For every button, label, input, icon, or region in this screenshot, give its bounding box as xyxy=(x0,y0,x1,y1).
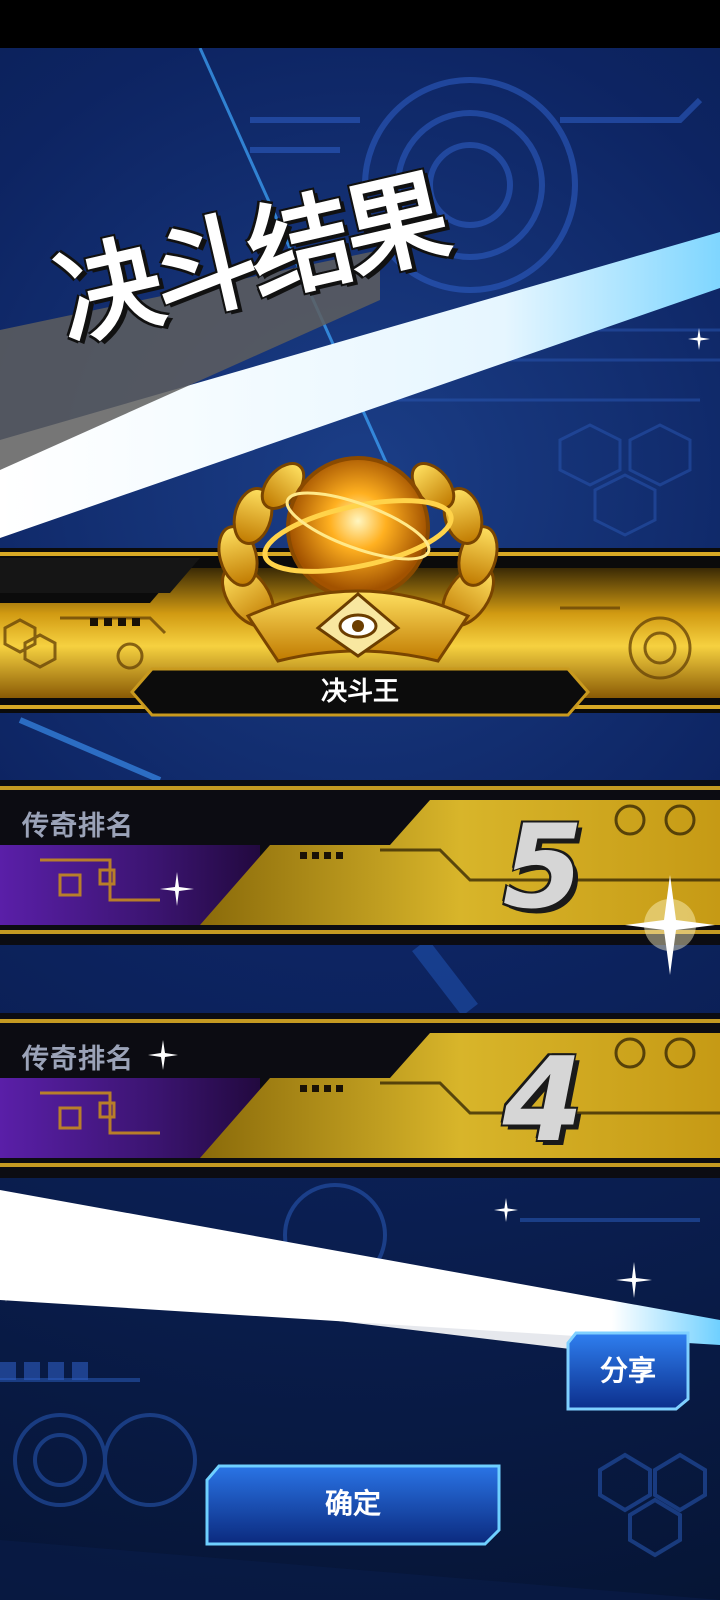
duel-result-screen: 决斗结果 决斗王 传奇排名 5 传奇排名 4 分享 确定 xyxy=(0,0,720,1600)
legend-rank-row-current: 传奇排名 4 xyxy=(0,1013,720,1178)
sparkle-icon xyxy=(148,1040,178,1070)
legend-rank-number: 5 xyxy=(502,800,584,935)
rank-title: 决斗王 xyxy=(320,677,399,707)
legend-rank-label: 传奇排名 xyxy=(22,811,134,842)
legend-rank-row-previous: 传奇排名 5 xyxy=(0,780,720,945)
sparkle-icon xyxy=(688,328,710,350)
sparkle-icon xyxy=(625,875,715,975)
sparkle-icon xyxy=(0,1262,24,1302)
legend-rank-number: 4 xyxy=(502,1033,584,1168)
rank-medal-icon xyxy=(217,456,499,663)
share-button-label: 分享 xyxy=(599,1354,656,1387)
confirm-button[interactable]: 确定 xyxy=(205,1464,501,1546)
sparkle-icon xyxy=(160,872,194,906)
legend-rank-label: 传奇排名 xyxy=(22,1044,134,1075)
share-button[interactable]: 分享 xyxy=(566,1331,690,1411)
sparkle-icon xyxy=(494,1198,518,1222)
sparkle-icon xyxy=(616,1262,652,1298)
confirm-button-label: 确定 xyxy=(324,1487,381,1520)
status-bar xyxy=(0,0,720,48)
